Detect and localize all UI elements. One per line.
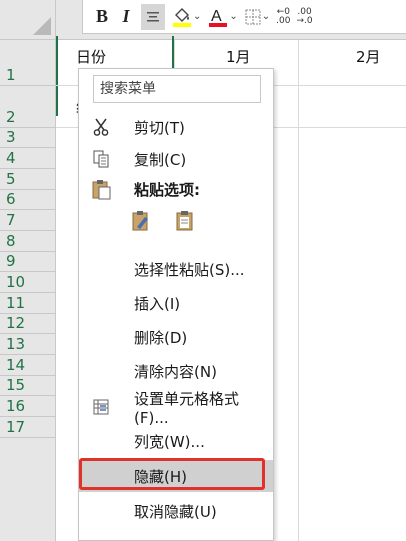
row-header[interactable]: 9	[0, 252, 56, 272]
row-header[interactable]: 7	[0, 210, 56, 231]
paste-option-keep-formatting[interactable]	[129, 209, 155, 235]
select-all-corner[interactable]	[0, 0, 56, 40]
cell-c1[interactable]: 2月	[356, 46, 381, 67]
row-header-bar: 1 2 3 4 5 6 7 8 9 10 11 12 13 14 15 16 1…	[0, 40, 56, 541]
chevron-down-icon[interactable]: ⌄	[262, 11, 270, 22]
copy-icon	[89, 147, 113, 171]
row-header[interactable]: 11	[0, 293, 56, 314]
select-all-triangle-icon	[33, 17, 51, 35]
menu-item-column-width[interactable]: 列宽(W)...	[79, 425, 273, 457]
scissors-icon	[89, 115, 113, 139]
align-center-icon	[147, 11, 159, 21]
row-header[interactable]: 1	[0, 40, 56, 86]
paste-format-icon	[132, 211, 148, 231]
menu-item-paste-options: 粘贴选项:	[79, 173, 273, 205]
row-header[interactable]: 8	[0, 231, 56, 252]
borders-button[interactable]: ⌄	[244, 4, 270, 30]
menu-item-insert[interactable]: 插入(I)	[79, 287, 273, 319]
bold-button[interactable]: B	[93, 4, 111, 30]
menu-item-paste-special[interactable]: 选择性粘贴(S)...	[79, 253, 273, 285]
row-header[interactable]: 2	[0, 86, 56, 128]
row-header[interactable]: 12	[0, 314, 56, 334]
font-color-button[interactable]: A ⌄	[207, 4, 238, 30]
row-header[interactable]: 16	[0, 396, 56, 417]
row-header[interactable]: 3	[0, 128, 56, 148]
increase-decimal-button[interactable]: .00 →.0	[297, 4, 313, 30]
fill-bucket-icon	[173, 7, 191, 27]
row-header[interactable]: 5	[0, 169, 56, 190]
cell-b1[interactable]: 1月	[226, 46, 251, 67]
mini-toolbar: B I ⌄ A ⌄ ⌄ ←0 .00 .00 →.0	[82, 0, 406, 34]
fill-color-button[interactable]: ⌄	[171, 4, 201, 30]
menu-item-delete[interactable]: 删除(D)	[79, 321, 273, 353]
chevron-down-icon[interactable]: ⌄	[229, 11, 237, 22]
row-header[interactable]: 13	[0, 334, 56, 355]
borders-icon	[245, 9, 261, 24]
row-header[interactable]: 15	[0, 376, 56, 396]
paste-icon	[89, 177, 113, 201]
paste-values-icon	[176, 211, 193, 231]
row-header[interactable]: 6	[0, 190, 56, 210]
italic-button[interactable]: I	[117, 4, 135, 30]
format-cells-icon	[89, 395, 113, 419]
row-header[interactable]: 17	[0, 417, 56, 438]
menu-item-unhide[interactable]: 取消隐藏(U)	[79, 495, 273, 527]
row-header[interactable]: 14	[0, 355, 56, 376]
column-divider	[298, 40, 299, 541]
search-menu-input[interactable]: 搜索菜单	[93, 75, 261, 103]
decrease-decimal-button[interactable]: ←0 .00	[276, 4, 290, 30]
menu-item-cut[interactable]: 剪切(T)	[79, 111, 273, 143]
row-header[interactable]: 10	[0, 272, 56, 293]
paste-option-values[interactable]	[173, 209, 199, 235]
cell-a1[interactable]: 日份	[76, 46, 106, 67]
highlight-box	[79, 458, 265, 490]
chevron-down-icon[interactable]: ⌄	[193, 11, 201, 22]
svg-text:A: A	[211, 8, 222, 25]
row-header[interactable]: 4	[0, 148, 56, 169]
menu-item-copy[interactable]: 复制(C)	[79, 143, 273, 175]
menu-item-clear-contents[interactable]: 清除内容(N)	[79, 355, 273, 387]
font-color-icon: A	[209, 8, 228, 27]
menu-item-format-cells[interactable]: 设置单元格格式(F)...	[79, 390, 273, 427]
align-center-button[interactable]	[141, 3, 165, 30]
